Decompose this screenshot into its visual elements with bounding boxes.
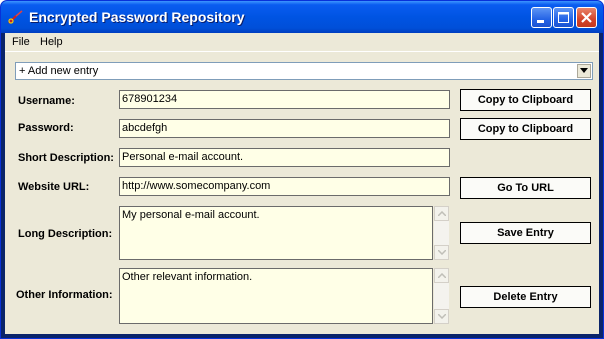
window-title: Encrypted Password Repository bbox=[29, 9, 245, 25]
chevron-down-icon bbox=[438, 250, 446, 255]
username-label: Username: bbox=[18, 95, 75, 107]
username-field[interactable]: 678901234 bbox=[119, 90, 450, 109]
delete-entry-button[interactable]: Delete Entry bbox=[460, 286, 591, 308]
long-description-scrollbar[interactable] bbox=[434, 206, 449, 260]
copy-password-button[interactable]: Copy to Clipboard bbox=[460, 118, 591, 140]
other-information-scrollbar[interactable] bbox=[434, 268, 449, 324]
dropdown-button[interactable] bbox=[577, 64, 591, 78]
website-url-label: Website URL: bbox=[18, 181, 90, 193]
password-field[interactable]: abcdefgh bbox=[119, 119, 450, 138]
menu-bar: File Help bbox=[5, 33, 599, 52]
entry-selector-dropdown[interactable]: + Add new entry bbox=[15, 62, 593, 80]
maximize-icon bbox=[558, 12, 569, 23]
chevron-down-icon bbox=[438, 314, 446, 319]
chevron-up-icon bbox=[438, 273, 446, 278]
scroll-down-button[interactable] bbox=[434, 309, 449, 324]
scroll-down-button[interactable] bbox=[434, 245, 449, 260]
short-description-field[interactable]: Personal e-mail account. bbox=[119, 148, 450, 167]
other-information-field[interactable]: Other relevant information. bbox=[119, 268, 433, 324]
save-entry-button[interactable]: Save Entry bbox=[460, 222, 591, 244]
menu-help[interactable]: Help bbox=[40, 36, 63, 48]
menu-file[interactable]: File bbox=[12, 36, 30, 48]
minimize-button[interactable] bbox=[531, 7, 552, 28]
long-description-field[interactable]: My personal e-mail account. bbox=[119, 206, 433, 260]
client-area: File Help + Add new entry Username: 6789… bbox=[5, 33, 599, 334]
long-description-label: Long Description: bbox=[18, 228, 113, 240]
scroll-up-button[interactable] bbox=[434, 206, 449, 221]
close-icon bbox=[581, 12, 592, 23]
key-icon bbox=[7, 9, 25, 25]
website-url-field[interactable]: http://www.somecompany.com bbox=[119, 177, 450, 196]
password-label: Password: bbox=[18, 122, 74, 134]
other-information-label: Other Information: bbox=[16, 289, 113, 301]
close-button[interactable] bbox=[576, 7, 597, 28]
chevron-down-icon bbox=[580, 68, 588, 73]
maximize-button[interactable] bbox=[553, 7, 574, 28]
short-description-label: Short Description: bbox=[18, 152, 114, 164]
go-to-url-button[interactable]: Go To URL bbox=[460, 177, 591, 199]
app-window: Encrypted Password Repository File Help … bbox=[0, 0, 604, 339]
minimize-icon bbox=[537, 20, 544, 23]
title-bar[interactable]: Encrypted Password Repository bbox=[1, 1, 603, 33]
scroll-up-button[interactable] bbox=[434, 268, 449, 283]
copy-username-button[interactable]: Copy to Clipboard bbox=[460, 89, 591, 111]
chevron-up-icon bbox=[438, 211, 446, 216]
entry-selector-value: + Add new entry bbox=[19, 65, 99, 77]
